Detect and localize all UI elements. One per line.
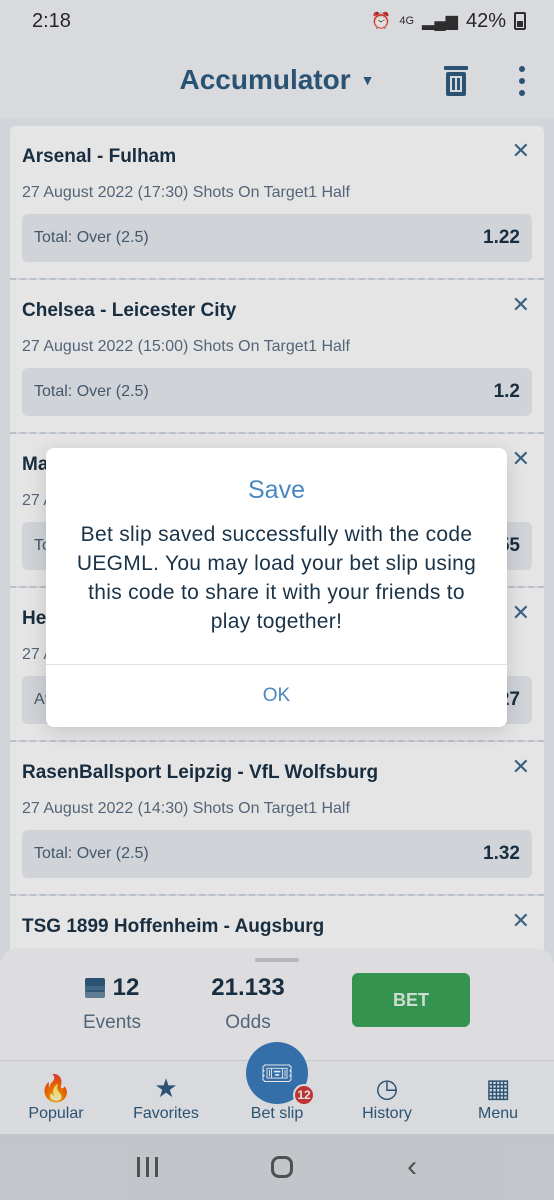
dialog-title: Save (248, 476, 305, 504)
dialog-message: Bet slip saved successfully with the cod… (76, 523, 477, 633)
save-dialog: Save Bet slip saved successfully with th… (46, 448, 507, 727)
ok-button[interactable]: OK (46, 665, 507, 727)
